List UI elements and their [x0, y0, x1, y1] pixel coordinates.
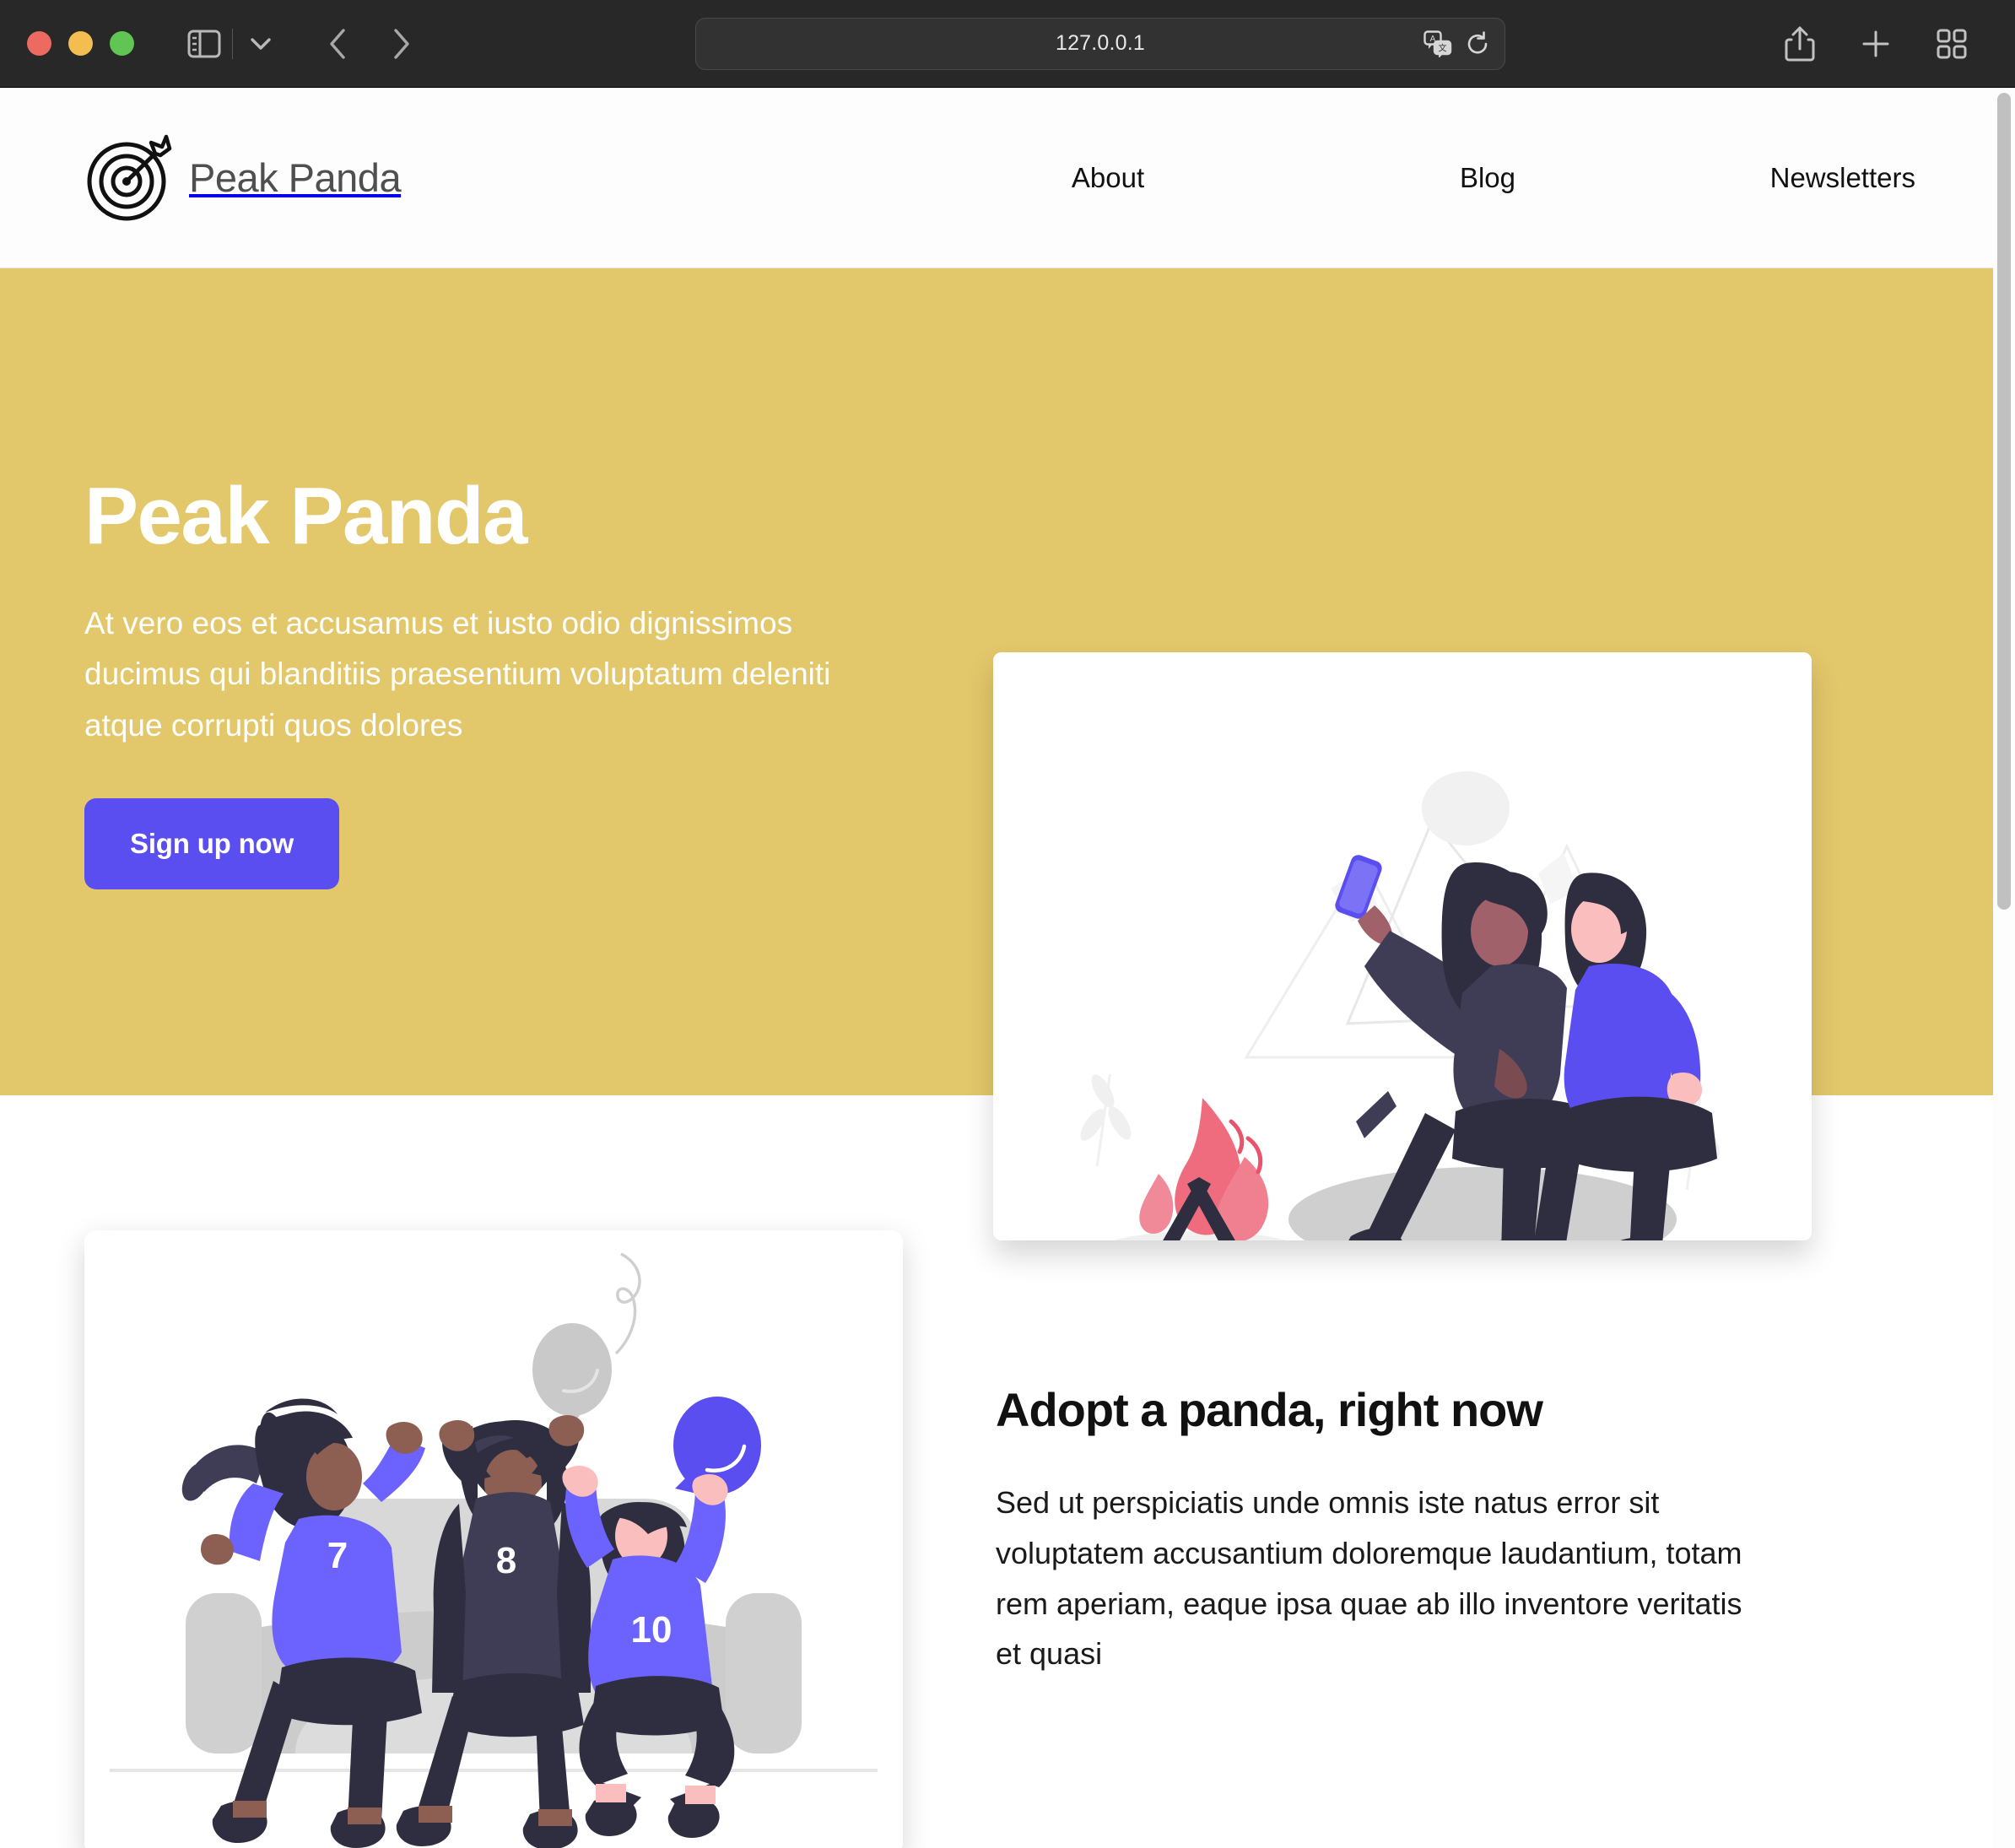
close-window-button[interactable] — [27, 31, 51, 56]
hero-subtitle: At vero eos et accusamus et iusto odio d… — [84, 605, 831, 743]
jersey-number-right: 10 — [631, 1609, 673, 1651]
toolbar-center-group: 127.0.0.1 A 文 — [427, 17, 1774, 70]
hero-title: Peak Panda — [84, 471, 527, 562]
toolbar-divider — [232, 28, 233, 59]
jersey-number-left: 7 — [327, 1535, 348, 1576]
jersey-number-middle: 8 — [496, 1540, 516, 1581]
new-tab-icon[interactable] — [1850, 18, 1902, 70]
tab-overview-icon[interactable] — [1926, 18, 1978, 70]
feature-copy: Adopt a panda, right now Sed ut perspici… — [903, 1230, 1747, 1679]
brand-logo-link[interactable]: Peak Panda — [84, 132, 402, 224]
primary-nav: About Blog Newsletters — [918, 162, 1931, 194]
toolbar-left-group — [0, 18, 427, 70]
page-scrollbar-thumb[interactable] — [1997, 93, 2011, 910]
back-icon[interactable] — [312, 18, 365, 70]
feature-illustration-card: 7 8 10 — [84, 1230, 903, 1848]
sidebar-toggle-icon[interactable] — [178, 18, 230, 70]
nav-item-blog[interactable]: Blog — [1298, 162, 1677, 194]
share-icon[interactable] — [1774, 18, 1826, 70]
sign-up-now-button[interactable]: Sign up now — [84, 797, 339, 889]
navigation-buttons — [312, 18, 427, 70]
chevron-down-icon[interactable] — [235, 18, 287, 70]
hero-illustration-card — [993, 652, 1812, 1240]
address-bar[interactable]: 127.0.0.1 A 文 — [695, 17, 1505, 70]
minimize-window-button[interactable] — [68, 31, 93, 56]
target-dart-icon — [84, 132, 176, 224]
three-fans-celebrating-illustration: 7 8 10 — [84, 1230, 903, 1848]
window-traffic-lights — [27, 31, 134, 56]
page-scrollbar[interactable] — [1993, 88, 2015, 1848]
hero-section: Peak Panda At vero eos et accusamus et i… — [0, 268, 2015, 1240]
site-header: Peak Panda About Blog Newsletters — [0, 88, 2015, 268]
sidebar-controls — [178, 18, 287, 70]
nav-item-newsletters[interactable]: Newsletters — [1677, 162, 1931, 194]
forward-icon[interactable] — [375, 18, 427, 70]
hero-copy: Peak Panda At vero eos et accusamus et i… — [84, 471, 979, 889]
page-viewport: Peak Panda About Blog Newsletters Peak P… — [0, 88, 2015, 1848]
feature-body: Sed ut perspiciatis unde omnis iste natu… — [996, 1485, 1742, 1672]
svg-text:文: 文 — [1439, 42, 1447, 53]
address-bar-actions: A 文 — [1423, 30, 1491, 57]
feature-title: Adopt a panda, right now — [996, 1383, 1543, 1436]
address-bar-text: 127.0.0.1 — [1055, 31, 1146, 55]
browser-toolbar: 127.0.0.1 A 文 — [0, 0, 2015, 88]
reload-icon[interactable] — [1464, 30, 1491, 57]
brand-name: Peak Panda — [189, 155, 402, 200]
translate-icon[interactable]: A 文 — [1423, 30, 1452, 57]
zoom-window-button[interactable] — [110, 31, 134, 56]
couple-selfie-campfire-illustration — [993, 652, 1812, 1240]
nav-item-about[interactable]: About — [918, 162, 1298, 194]
toolbar-right-group — [1774, 18, 2015, 70]
